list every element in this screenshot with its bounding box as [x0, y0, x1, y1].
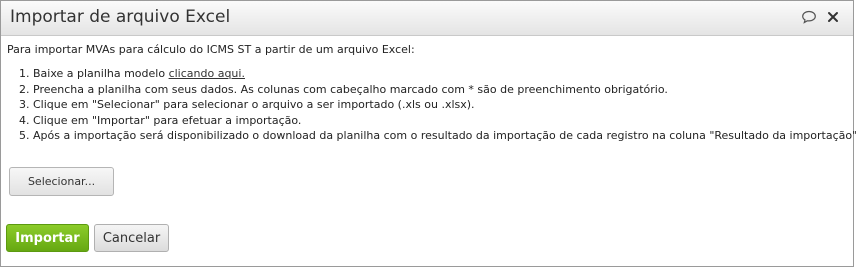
select-file-button[interactable]: Selecionar...: [9, 167, 114, 196]
step-text: Clique em "Importar" para efetuar a impo…: [33, 113, 302, 127]
step-item: Baixe a planilha modelo clicando aqui.: [33, 66, 856, 82]
close-icon[interactable]: [825, 9, 841, 25]
instruction-steps: Baixe a planilha modelo clicando aqui. P…: [1, 66, 856, 144]
step-text: Preencha a planilha com seus dados. As c…: [33, 82, 668, 96]
dialog-titlebar: Importar de arquivo Excel: [1, 1, 853, 36]
dialog-title: Importar de arquivo Excel: [10, 7, 231, 27]
dialog-body: Para importar MVAs para cálculo do ICMS …: [1, 36, 856, 266]
download-template-link[interactable]: clicando aqui.: [169, 67, 245, 80]
cancel-button[interactable]: Cancelar: [94, 224, 169, 252]
import-excel-dialog: Importar de arquivo Excel Para importar …: [0, 0, 856, 267]
comment-icon[interactable]: [801, 9, 817, 25]
step-item: Clique em "Importar" para efetuar a impo…: [33, 113, 856, 129]
titlebar-icons: [801, 9, 841, 25]
step-item: Clique em "Selecionar" para selecionar o…: [33, 97, 856, 113]
step-item: Preencha a planilha com seus dados. As c…: [33, 82, 856, 98]
step-text: Clique em "Selecionar" para selecionar o…: [33, 98, 475, 112]
step-item: Após a importação será disponibilizado o…: [33, 128, 856, 144]
import-button[interactable]: Importar: [6, 224, 89, 252]
step-text: Após a importação será disponibilizado o…: [33, 129, 856, 143]
step-text: Baixe a planilha modelo: [33, 67, 169, 80]
intro-text: Para importar MVAs para cálculo do ICMS …: [7, 43, 415, 56]
